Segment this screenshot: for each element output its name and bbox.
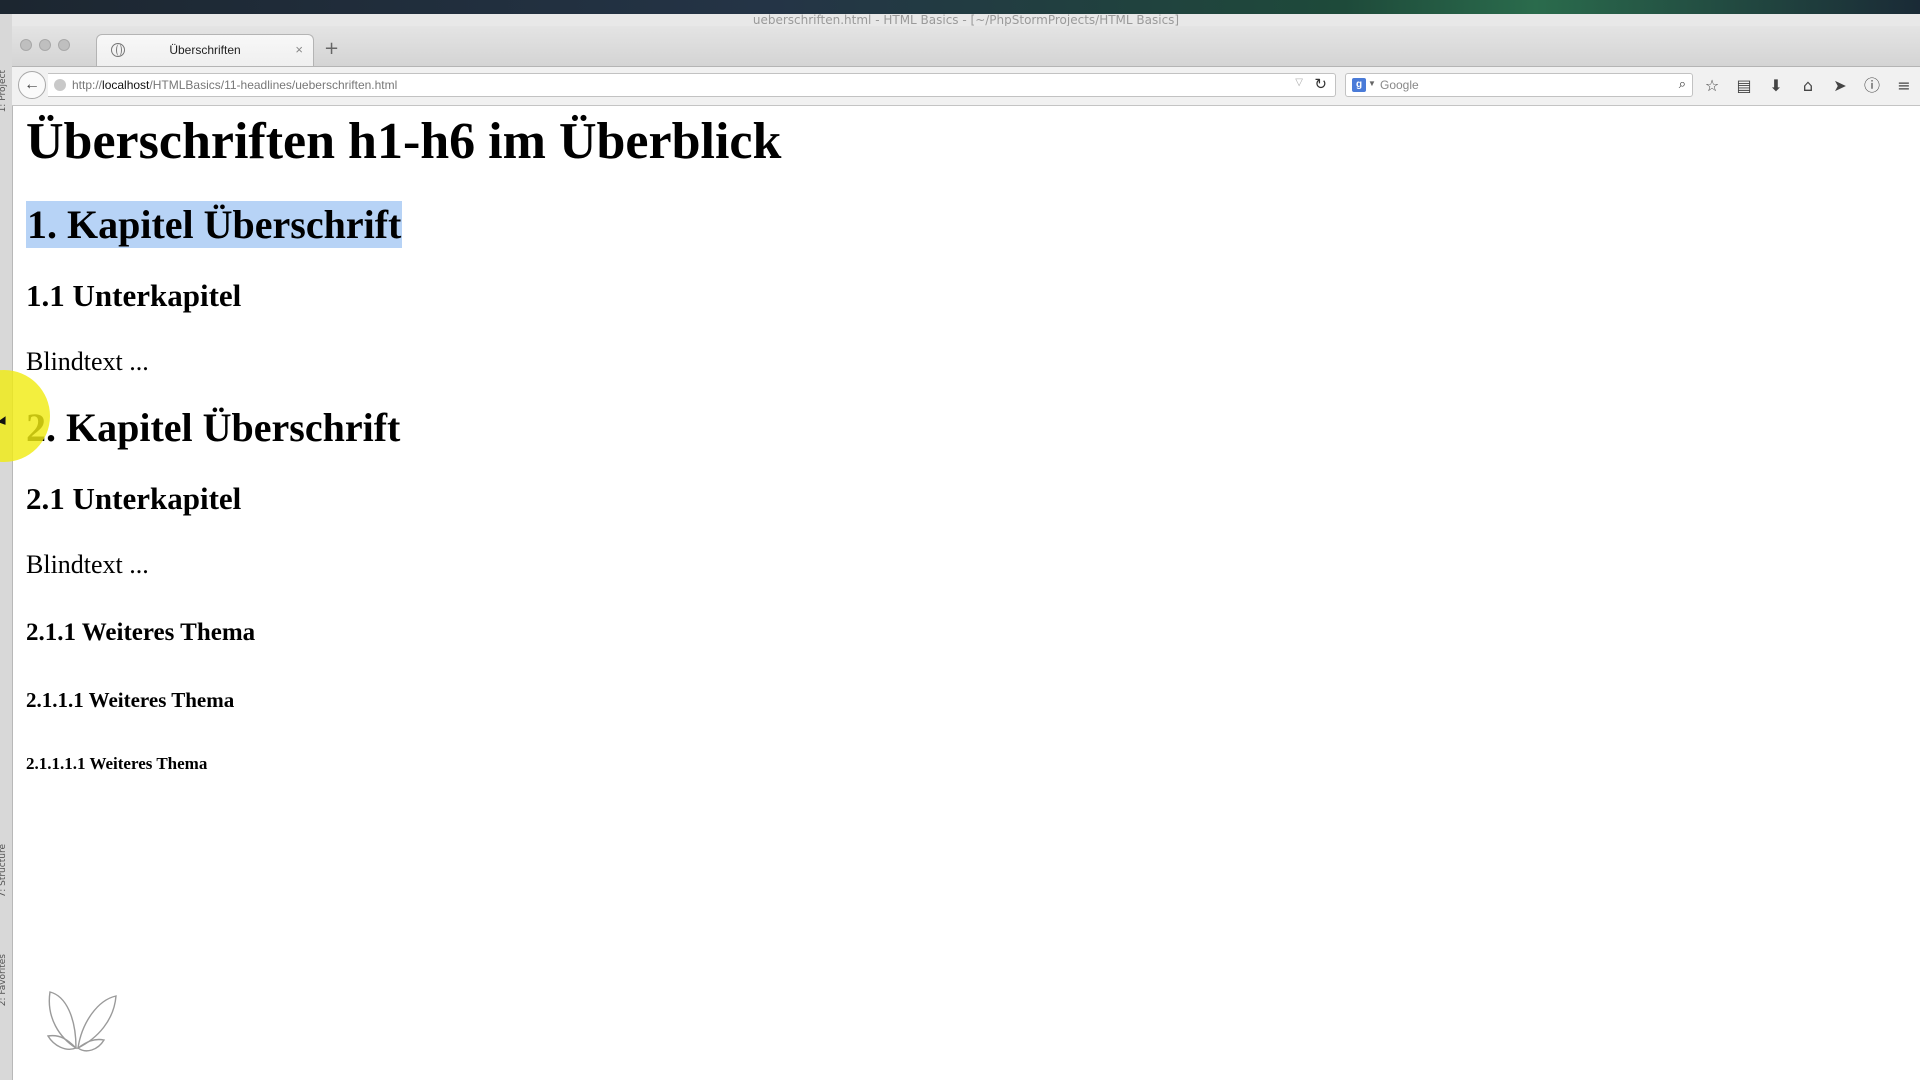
window-title: ueberschriften.html - HTML Basics - [~/P… [752,13,1180,27]
close-tab-icon[interactable]: × [295,42,303,57]
page-heading-h1: Überschriften h1-h6 im Überblick [26,113,782,170]
h5-heading: 2.1.1.1.1 Weiteres Thema [26,754,208,773]
minimize-window-button[interactable] [39,39,51,51]
search-bar[interactable]: g ▼ Google ⌕ [1345,73,1693,97]
subchapter-2-1-heading: 2.1 Unterkapitel [26,481,242,516]
download-icon[interactable]: ⬇ [1766,77,1786,95]
info-icon[interactable]: ⓘ [1862,77,1882,95]
navigation-bar: ← http://localhost/HTMLBasics/11-headlin… [12,67,1920,106]
url-prefix: http:// [72,78,103,92]
url-history-dropdown-icon[interactable]: ▽ [1295,77,1303,88]
send-icon[interactable]: ➤ [1830,77,1850,95]
h4-heading: 2.1.1.1 Weiteres Thema [26,688,235,712]
url-path: /HTMLBasics/11-headlines/ueberschriften.… [149,78,398,92]
structure-tool-tab[interactable]: 7: Structure [0,844,12,898]
tab-title: Überschriften [169,43,241,57]
url-bar[interactable]: http://localhost/HTMLBasics/11-headlines… [48,73,1336,97]
window-title-bar: ueberschriften.html - HTML Basics - [~/P… [12,14,1920,26]
browser-tab-strip: Überschriften × + [12,26,1920,67]
favorites-tool-tab[interactable]: 2: Favorites [0,954,12,1006]
chapter2-heading: 2. Kapitel Überschrift [26,405,401,450]
search-placeholder: Google [1380,78,1419,92]
zoom-window-button[interactable] [58,39,70,51]
engine-dropdown-icon[interactable]: ▼ [1368,79,1376,88]
project-tool-tab[interactable]: 1: Project [0,70,12,112]
star-icon[interactable]: ☆ [1702,77,1722,95]
search-icon[interactable]: ⌕ [1679,76,1686,92]
menu-icon[interactable]: ≡ [1894,77,1914,95]
browser-tab[interactable]: Überschriften × [96,34,314,66]
subchapter-1-1-heading: 1.1 Unterkapitel [26,278,242,313]
site-identity-icon[interactable] [54,79,66,91]
reading-list-icon[interactable]: ▤ [1734,77,1754,95]
home-icon[interactable]: ⌂ [1798,77,1818,95]
url-text: http://localhost/HTMLBasics/11-headlines… [72,78,397,92]
blindtext-paragraph-2: Blindtext ... [26,550,149,579]
h3-heading: 2.1.1 Weiteres Thema [26,619,256,646]
url-host: localhost [102,78,150,92]
desktop-background [0,0,1920,14]
chapter1-heading: 1. Kapitel Überschrift [26,201,403,248]
page-content: Überschriften h1-h6 im Überblick 1. Kapi… [12,106,1920,1080]
search-engine-icon[interactable]: g [1352,78,1366,92]
butterfly-logo-icon [46,991,117,1052]
blindtext-paragraph-1: Blindtext ... [26,347,149,376]
back-arrow-icon: ← [24,76,40,93]
close-window-button[interactable] [20,39,32,51]
back-button[interactable]: ← [18,71,46,99]
new-tab-button[interactable]: + [324,38,339,59]
reload-icon[interactable]: ↻ [1314,75,1327,93]
